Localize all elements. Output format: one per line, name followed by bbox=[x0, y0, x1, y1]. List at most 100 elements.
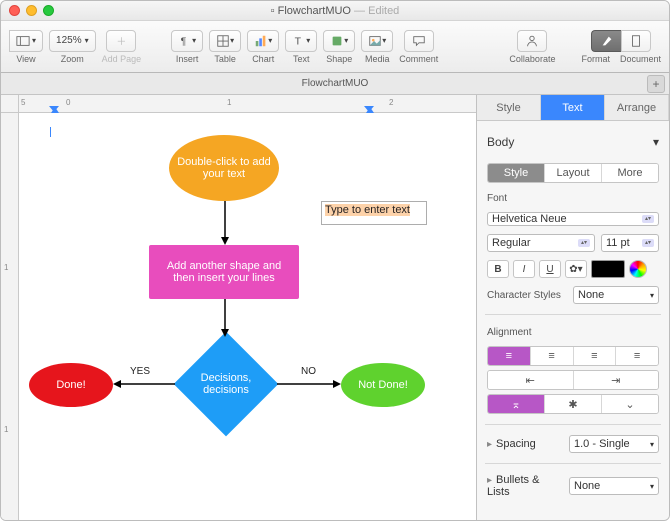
flowchart-done-shape[interactable]: Done! bbox=[29, 363, 113, 407]
align-center-button[interactable]: ≡ bbox=[531, 347, 574, 365]
cursor-indicator bbox=[50, 127, 51, 137]
text-format-row: B I U ✿▾ bbox=[487, 260, 659, 278]
paragraph-style-select[interactable]: Body ▾ bbox=[487, 129, 659, 155]
arrow-down-1[interactable] bbox=[220, 201, 230, 245]
tab-arrange[interactable]: Arrange bbox=[605, 95, 669, 120]
valign-bottom-button[interactable]: ⌄ bbox=[602, 395, 658, 413]
collaborate-button[interactable] bbox=[517, 30, 547, 52]
shape-label: Shape bbox=[326, 54, 352, 64]
italic-button[interactable]: I bbox=[513, 260, 535, 278]
add-page-label: Add Page bbox=[102, 54, 142, 64]
font-size-value: 11 pt bbox=[606, 237, 630, 249]
spacing-value: 1.0 - Single bbox=[574, 438, 630, 450]
title-doc: FlowchartMUO bbox=[278, 5, 351, 17]
tab-style[interactable]: Style bbox=[477, 95, 541, 120]
align-right-button[interactable]: ≡ bbox=[574, 347, 617, 365]
bullets-value: None bbox=[574, 480, 600, 492]
stepper-icon: ▴▾ bbox=[642, 239, 654, 247]
bold-button[interactable]: B bbox=[487, 260, 509, 278]
comment-icon bbox=[412, 34, 426, 48]
text-label: Text bbox=[293, 54, 310, 64]
spacing-row[interactable]: ▸Spacing 1.0 - Single▾ bbox=[487, 435, 659, 453]
spacing-label: Spacing bbox=[496, 438, 536, 450]
canvas-textbox[interactable]: Type to enter text bbox=[321, 201, 427, 225]
bullets-select[interactable]: None▾ bbox=[569, 477, 659, 495]
minimize-icon[interactable] bbox=[26, 5, 37, 16]
paragraph-style-label: Body bbox=[487, 135, 514, 149]
flowchart-notdone-shape[interactable]: Not Done! bbox=[341, 363, 425, 407]
font-weight-value: Regular bbox=[492, 237, 531, 249]
alignment-controls: ≡ ≡ ≡ ≡ ⇤ ⇥ ⌅ ✱ ⌄ bbox=[487, 346, 659, 414]
shape-button[interactable]: ▾ bbox=[323, 30, 355, 52]
align-left-button[interactable]: ≡ bbox=[488, 347, 531, 365]
arrow-down-2[interactable] bbox=[220, 299, 230, 337]
stepper-icon: ▴▾ bbox=[642, 215, 654, 223]
window-controls bbox=[9, 5, 54, 16]
tab-text[interactable]: Text bbox=[541, 95, 605, 120]
subtab-layout[interactable]: Layout bbox=[545, 164, 602, 182]
ruler-v-tick: 1 bbox=[4, 425, 8, 434]
spacing-select[interactable]: 1.0 - Single▾ bbox=[569, 435, 659, 453]
bullets-label: Bullets & Lists bbox=[487, 474, 539, 498]
subtab-more[interactable]: More bbox=[602, 164, 658, 182]
valign-top-button[interactable]: ⌅ bbox=[488, 395, 545, 413]
divider bbox=[485, 314, 661, 315]
underline-button[interactable]: U bbox=[539, 260, 561, 278]
view-button[interactable]: ▾ bbox=[9, 30, 43, 52]
chart-label: Chart bbox=[252, 54, 274, 64]
collaborate-icon bbox=[525, 34, 539, 48]
view-label: View bbox=[16, 54, 35, 64]
bullets-row[interactable]: ▸Bullets & Lists None▾ bbox=[487, 474, 659, 498]
new-tab-button[interactable]: + bbox=[647, 75, 665, 93]
titlebar: ▫︎ FlowchartMUO — Edited bbox=[1, 1, 669, 21]
document-icon bbox=[629, 34, 643, 48]
comment-button[interactable] bbox=[404, 30, 434, 52]
svg-text:T: T bbox=[295, 35, 302, 47]
media-button[interactable]: ▾ bbox=[361, 30, 393, 52]
gear-icon: ✿▾ bbox=[569, 264, 582, 275]
app-window: ▫︎ FlowchartMUO — Edited ▾ View 125%▾ Zo… bbox=[0, 0, 670, 521]
font-weight-select[interactable]: Regular ▴▾ bbox=[487, 234, 595, 252]
zoom-select[interactable]: 125%▾ bbox=[49, 30, 96, 52]
indent-left-icon: ⇤ bbox=[526, 374, 535, 387]
more-format-button[interactable]: ✿▾ bbox=[565, 260, 587, 278]
ruler-horizontal[interactable]: 5 0 1 2 bbox=[19, 95, 476, 113]
subtab-style[interactable]: Style bbox=[488, 164, 545, 182]
valign-middle-button[interactable]: ✱ bbox=[545, 395, 602, 413]
ruler-h-tick: 5 bbox=[21, 98, 25, 107]
arrow-left[interactable] bbox=[113, 379, 175, 389]
chevron-down-icon: ▾ bbox=[653, 135, 659, 149]
indent-left-button[interactable]: ⇤ bbox=[488, 371, 574, 389]
close-icon[interactable] bbox=[9, 5, 20, 16]
indent-right-button[interactable]: ⇥ bbox=[574, 371, 659, 389]
add-page-button[interactable]: ＋ bbox=[106, 30, 136, 52]
color-picker-icon[interactable] bbox=[629, 260, 647, 278]
insert-button[interactable]: ¶▾ bbox=[171, 30, 203, 52]
title-marker: ▫︎ bbox=[271, 5, 278, 17]
zoom-window-icon[interactable] bbox=[43, 5, 54, 16]
toolbar: ▾ View 125%▾ Zoom ＋ Add Page ¶▾Insert ▾T… bbox=[1, 21, 669, 73]
shape-label: Add another shape and then insert your l… bbox=[157, 260, 291, 284]
ruler-vertical[interactable]: 1 1 bbox=[1, 113, 19, 520]
table-button[interactable]: ▾ bbox=[209, 30, 241, 52]
main-area: 5 0 1 2 1 1 Double-click to add your tex… bbox=[1, 95, 669, 520]
zoom-label: Zoom bbox=[61, 54, 84, 64]
flowchart-start-shape[interactable]: Double-click to add your text bbox=[169, 135, 279, 201]
arrow-right[interactable] bbox=[277, 379, 341, 389]
char-styles-select[interactable]: None▾ bbox=[573, 286, 659, 304]
chart-button[interactable]: ▾ bbox=[247, 30, 279, 52]
text-button[interactable]: T▾ bbox=[285, 30, 317, 52]
format-button[interactable] bbox=[591, 30, 621, 52]
document-button[interactable] bbox=[621, 30, 651, 52]
canvas[interactable]: Double-click to add your text Add anothe… bbox=[19, 113, 476, 520]
flowchart-decision-shape[interactable]: Decisions, decisions bbox=[174, 332, 279, 437]
document-tab[interactable]: FlowchartMUO bbox=[302, 78, 369, 89]
flowchart-process-shape[interactable]: Add another shape and then insert your l… bbox=[149, 245, 299, 299]
valign-bottom-icon: ⌄ bbox=[625, 398, 634, 411]
stepper-icon: ▴▾ bbox=[578, 239, 590, 247]
font-size-field[interactable]: 11 pt ▴▾ bbox=[601, 234, 659, 252]
text-color-swatch[interactable] bbox=[591, 260, 625, 278]
align-justify-button[interactable]: ≡ bbox=[616, 347, 658, 365]
font-family-select[interactable]: Helvetica Neue▴▾ bbox=[487, 212, 659, 226]
document-label: Document bbox=[620, 54, 661, 64]
